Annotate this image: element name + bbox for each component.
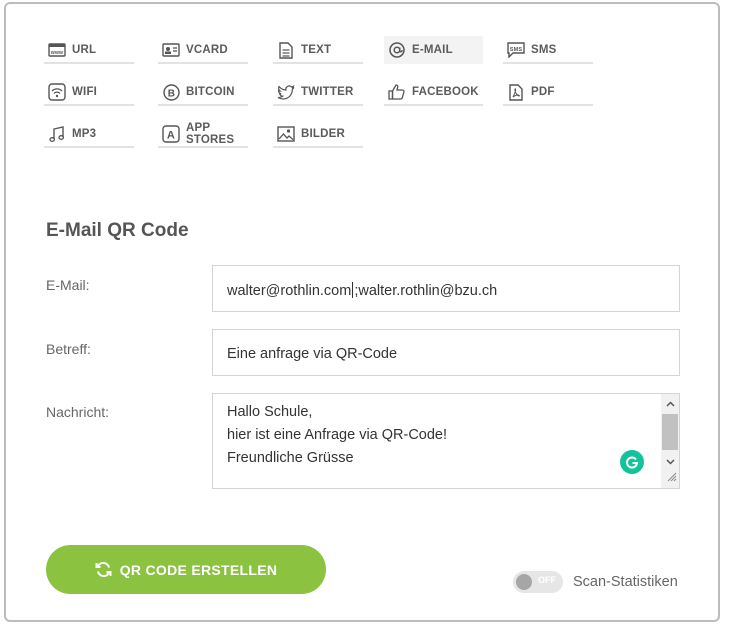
svg-text:www: www [50, 50, 63, 56]
form-title: E-Mail QR Code [46, 220, 189, 241]
grammarly-icon[interactable] [620, 450, 644, 474]
message-line: Freundliche Grüsse [227, 450, 354, 466]
svg-text:B: B [167, 88, 174, 99]
message-line: Hallo Schule, [227, 404, 313, 420]
email-value-primary: walter@rothlin.com [227, 283, 352, 299]
music-note-icon [48, 125, 66, 143]
scan-statistics-label: Scan-Statistiken [573, 574, 678, 590]
email-value-secondary: ;walter.rothlin@bzu.ch [354, 283, 498, 299]
subject-value: Eine anfrage via QR-Code [227, 346, 398, 362]
create-qr-code-button[interactable]: QR CODE ERSTELLEN [46, 545, 326, 594]
scroll-up-icon[interactable] [661, 396, 679, 412]
tab-pdf[interactable]: PDF [503, 78, 593, 106]
message-textarea[interactable]: Hallo Schule, hier ist eine Anfrage via … [212, 393, 680, 489]
scan-statistics-toggle[interactable]: OFF [513, 571, 563, 593]
message-line: hier ist eine Anfrage via QR-Code! [227, 427, 448, 443]
tab-app-stores[interactable]: A APP STORES [158, 120, 248, 148]
tab-twitter[interactable]: TWITTER [273, 78, 363, 106]
toggle-knob [516, 574, 532, 590]
scrollbar-thumb[interactable] [662, 414, 678, 450]
app-store-icon: A [162, 125, 180, 143]
tab-url[interactable]: www URL [44, 36, 134, 64]
refresh-icon [95, 561, 112, 578]
tab-vcard[interactable]: VCARD [158, 36, 248, 64]
tab-wifi[interactable]: WIFI [44, 78, 134, 106]
scroll-down-icon[interactable] [661, 454, 679, 470]
resize-handle-icon[interactable] [665, 470, 677, 486]
message-label: Nachricht: [46, 404, 110, 420]
subject-field[interactable]: Eine anfrage via QR-Code [212, 329, 680, 376]
bitcoin-icon: B [162, 83, 180, 101]
tab-facebook[interactable]: FACEBOOK [384, 78, 483, 106]
message-text: Hallo Schule, hier ist eine Anfrage via … [227, 401, 447, 470]
twitter-icon [277, 83, 295, 101]
tab-text[interactable]: TEXT [273, 36, 363, 64]
text-file-icon [277, 41, 295, 59]
tab-email[interactable]: E-MAIL [384, 36, 483, 64]
email-field[interactable]: walter@rothlin.com ;walter.rothlin@bzu.ch [212, 265, 680, 312]
thumbs-up-icon [388, 83, 406, 101]
tab-bilder[interactable]: BILDER [273, 120, 363, 148]
tab-bitcoin[interactable]: B BITCOIN [158, 78, 248, 106]
at-icon [388, 41, 406, 59]
tab-sms[interactable]: SMS SMS [503, 36, 593, 64]
wifi-icon [48, 83, 66, 101]
www-icon: www [48, 41, 66, 59]
subject-label: Betreff: [46, 341, 91, 357]
image-icon [277, 125, 295, 143]
toggle-state: OFF [538, 575, 556, 585]
email-label: E-Mail: [46, 277, 90, 293]
svg-text:SMS: SMS [510, 47, 523, 53]
tab-mp3[interactable]: MP3 [44, 120, 134, 148]
pdf-icon [507, 83, 525, 101]
vcard-icon [162, 41, 180, 59]
svg-text:A: A [167, 130, 175, 142]
sms-icon: SMS [507, 41, 525, 59]
